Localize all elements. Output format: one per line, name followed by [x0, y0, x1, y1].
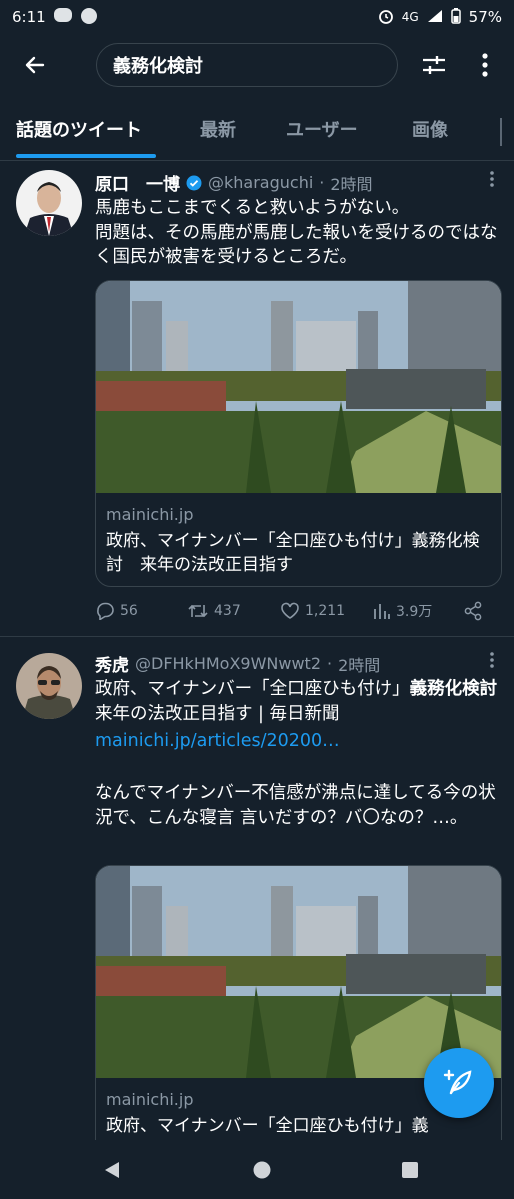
back-arrow-icon: [25, 56, 45, 74]
share-icon: [464, 601, 482, 621]
tweet-menu-button[interactable]: [490, 168, 494, 192]
card-title: 政府、マイナンバー「全口座ひも付け」義: [106, 1116, 429, 1136]
handle[interactable]: @kharaguchi: [208, 173, 313, 192]
card-domain: mainichi.jp: [106, 1090, 194, 1109]
tab-overflow-edge: [500, 118, 502, 146]
status-time: 6:11: [12, 8, 46, 26]
circle-home-icon: [253, 1161, 271, 1179]
back-button[interactable]: [10, 40, 60, 90]
network-type: 4G: [401, 10, 419, 24]
avatar[interactable]: [16, 653, 82, 719]
display-name[interactable]: 原口 一博: [95, 170, 180, 195]
vertical-dots-icon: [482, 53, 488, 77]
card-domain: mainichi.jp: [106, 505, 194, 524]
vertical-dots-icon: [490, 171, 494, 187]
tweet-text: 政府、マイナンバー「全口座ひも付け」義務化検討 来年の法改正目指す | 毎日新聞: [95, 677, 500, 726]
tab-top[interactable]: 話題のツイート: [16, 116, 142, 142]
search-header: 義務化検討: [0, 34, 514, 96]
tab-people[interactable]: ユーザー: [286, 116, 358, 142]
tweet-link[interactable]: mainichi.jp/articles/20200…: [95, 729, 500, 754]
avatar[interactable]: [16, 170, 82, 236]
more-options-button[interactable]: [468, 48, 502, 82]
separator-dot: ·: [327, 654, 333, 673]
square-recents-icon: [402, 1162, 418, 1178]
system-nav-bar: [0, 1140, 514, 1199]
line-icon: [53, 7, 72, 27]
card-image: [96, 281, 501, 493]
reply-icon: [97, 602, 114, 620]
search-query: 義務化検討: [113, 56, 203, 77]
verified-badge-icon: [186, 175, 202, 190]
signal-icon: [427, 9, 443, 26]
filter-button[interactable]: [414, 48, 454, 82]
views-button[interactable]: 3.9万: [373, 601, 432, 621]
alarm-icon: [378, 8, 394, 27]
timestamp: 2時間: [338, 655, 381, 675]
tweet-text-2: なんでマイナンバー不信感が沸点に達してる今の状況で、こんな寝言 言いだすの？バ〇…: [95, 783, 496, 828]
retweet-count: 437: [214, 603, 241, 619]
triangle-back-icon: [105, 1162, 119, 1178]
separator-dot: ·: [319, 173, 325, 192]
nav-back-button[interactable]: [102, 1160, 122, 1184]
card-image: [96, 866, 501, 1078]
tweet-search-highlight: 義務化検討: [409, 679, 498, 699]
tweet-menu-button[interactable]: [490, 649, 494, 673]
tab-photos[interactable]: 画像: [412, 116, 448, 142]
card-title: 政府、マイナンバー「全口座ひも付け」義務化検討 来年の法改正目指す: [106, 531, 480, 575]
retweet-button[interactable]: 437: [187, 602, 241, 620]
like-count: 1,211: [305, 603, 346, 619]
feather-plus-icon: [443, 1069, 472, 1095]
nav-recents-button[interactable]: [400, 1160, 420, 1184]
link-card[interactable]: mainichi.jp 政府、マイナンバー「全口座ひも付け」義務化検討 来年の法…: [95, 280, 502, 587]
battery-level: 57%: [468, 8, 502, 26]
tweet-header: 原口 一博 @kharaguchi · 2時間: [95, 170, 373, 195]
share-button[interactable]: [463, 601, 483, 621]
handle[interactable]: @DFHkHMoX9WNwwt2: [135, 654, 321, 673]
tweet[interactable]: 原口 一博 @kharaguchi · 2時間 馬鹿もここまでくると救いようがな…: [0, 160, 514, 636]
search-tabs: 話題のツイート 最新 ユーザー 画像: [0, 100, 514, 161]
views-chart-icon: [374, 604, 390, 619]
active-tab-indicator: [16, 154, 156, 158]
display-name[interactable]: 秀虎: [95, 651, 129, 676]
sliders-icon: [423, 56, 445, 74]
status-bar: 6:11 4G 57%: [0, 0, 514, 34]
tab-latest[interactable]: 最新: [200, 116, 236, 142]
retweet-icon: [188, 604, 208, 618]
tweet-text: 馬鹿もここまでくると救いようがない。 問題は、その馬鹿が馬鹿した報いを受けるので…: [95, 198, 498, 267]
vertical-dots-icon: [490, 652, 494, 668]
like-button[interactable]: 1,211: [280, 602, 345, 620]
battery-icon: [450, 7, 461, 27]
search-input[interactable]: 義務化検討: [96, 43, 398, 87]
reply-count: 56: [120, 603, 138, 619]
tweet-text-part: 政府、マイナンバー「全口座ひも付け」: [95, 679, 410, 699]
heart-icon: [281, 602, 299, 619]
nav-home-button[interactable]: [252, 1160, 272, 1184]
tweet-header: 秀虎 @DFHkHMoX9WNwwt2 · 2時間: [95, 651, 380, 676]
app-notification-icon: [80, 7, 98, 27]
tweet-actions: 56 437 1,211 3.9万: [95, 600, 495, 622]
timestamp: 2時間: [330, 174, 373, 194]
compose-tweet-button[interactable]: [424, 1048, 494, 1118]
view-count: 3.9万: [396, 604, 433, 620]
reply-button[interactable]: 56: [95, 602, 138, 620]
